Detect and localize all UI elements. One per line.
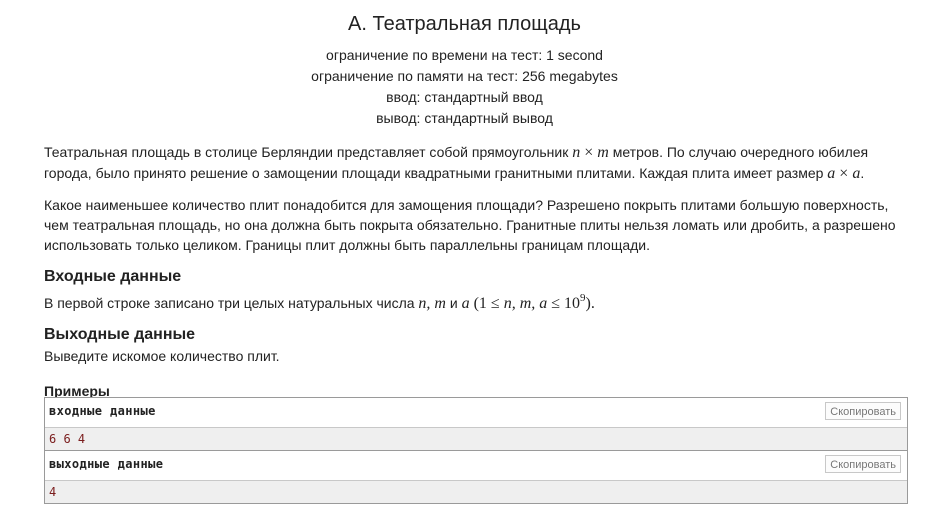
math-constraint: (1 ≤ [469, 295, 504, 312]
copy-output-button[interactable]: Скопировать [825, 455, 901, 473]
problem-title: A. Театральная площадь [348, 13, 581, 35]
time-limit: ограничение по времени на тест: 1 second [326, 47, 603, 63]
example-input-header: входные данные Скопировать [45, 398, 907, 428]
math-constraint: ). [585, 295, 595, 312]
statement-text: . [860, 165, 865, 181]
example-input-label: входные данные [49, 404, 156, 418]
example-output-header: выходные данные Скопировать [45, 451, 907, 481]
math-times: × [835, 165, 853, 182]
input-section-title: Входные данные [44, 268, 182, 285]
example-output-value[interactable]: 4 [45, 481, 907, 503]
input-file: ввод: стандартный ввод [386, 89, 543, 105]
math-a: a [461, 295, 470, 312]
input-text: и [445, 295, 462, 311]
input-text: В первой строке записано три целых натур… [44, 295, 419, 311]
example-input-value[interactable]: 6 6 4 [45, 428, 907, 450]
math-constraint: ≤ 10 [547, 295, 581, 312]
copy-input-button[interactable]: Скопировать [825, 402, 901, 420]
example-output-box: выходные данные Скопировать 4 [44, 450, 908, 504]
output-section-text: Выведите искомое количество плит. [44, 348, 280, 364]
example-output-label: выходные данные [49, 457, 164, 471]
math-constraint-vars: n, m, a [503, 295, 548, 312]
problem-header: A. Театральная площадь ограничение по вр… [0, 0, 929, 129]
statement-paragraph-2: Какое наименьшее количество плит понадоб… [44, 197, 896, 253]
statement-paragraph-1: Театральная площадь в столице Берляндии … [44, 142, 907, 184]
memory-limit: ограничение по памяти на тест: 256 megab… [311, 68, 618, 84]
math-m: m [597, 144, 609, 161]
output-file: вывод: стандартный вывод [376, 110, 553, 126]
math-vars: n, m [418, 295, 446, 312]
statement-text: Театральная площадь в столице Берляндии … [44, 144, 573, 160]
input-section-text: В первой строке записано три целых натур… [44, 288, 907, 314]
example-input-box: входные данные Скопировать 6 6 4 [44, 397, 908, 451]
problem-statement: Театральная площадь в столице Берляндии … [44, 142, 907, 403]
output-section-title: Выходные данные [44, 326, 196, 343]
math-times: × [580, 144, 598, 161]
